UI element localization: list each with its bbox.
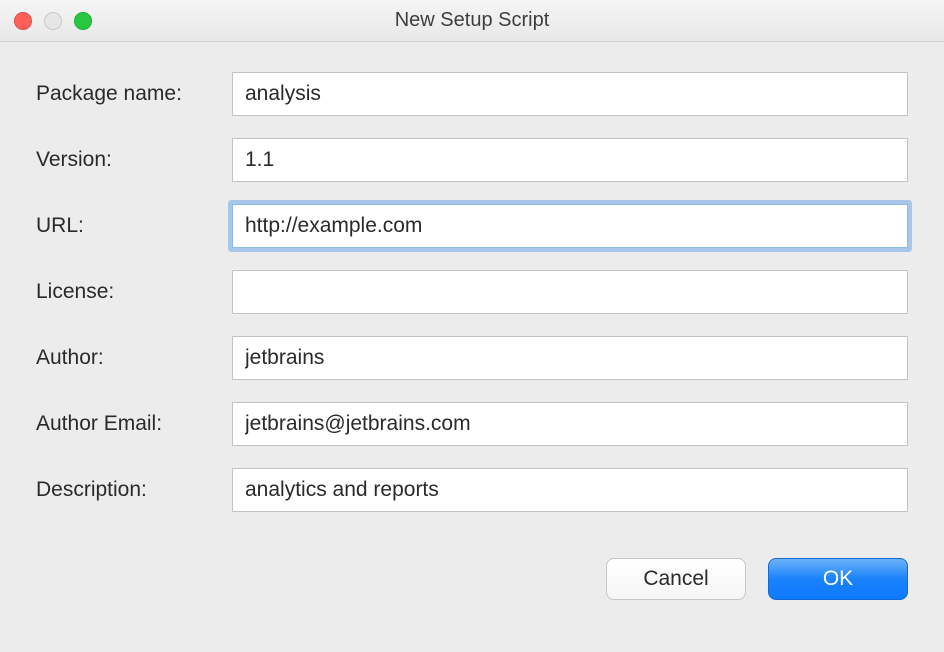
row-package-name: Package name: [36,72,908,116]
row-url: URL: [36,204,908,248]
version-input[interactable] [232,138,908,182]
row-author: Author: [36,336,908,380]
row-description: Description: [36,468,908,512]
row-author-email: Author Email: [36,402,908,446]
url-input[interactable] [232,204,908,248]
author-input[interactable] [232,336,908,380]
cancel-button[interactable]: Cancel [606,558,746,600]
label-url: URL: [36,214,232,238]
maximize-icon[interactable] [74,12,92,30]
window-title: New Setup Script [0,9,944,32]
row-license: License: [36,270,908,314]
traffic-lights [14,12,92,30]
ok-button[interactable]: OK [768,558,908,600]
label-package-name: Package name: [36,82,232,106]
minimize-icon [44,12,62,30]
package-name-input[interactable] [232,72,908,116]
label-author: Author: [36,346,232,370]
row-version: Version: [36,138,908,182]
label-author-email: Author Email: [36,412,232,436]
label-description: Description: [36,478,232,502]
label-license: License: [36,280,232,304]
form-content: Package name: Version: URL: License: Aut… [0,42,944,512]
author-email-input[interactable] [232,402,908,446]
titlebar: New Setup Script [0,0,944,42]
license-input[interactable] [232,270,908,314]
button-row: Cancel OK [0,534,944,600]
description-input[interactable] [232,468,908,512]
close-icon[interactable] [14,12,32,30]
label-version: Version: [36,148,232,172]
